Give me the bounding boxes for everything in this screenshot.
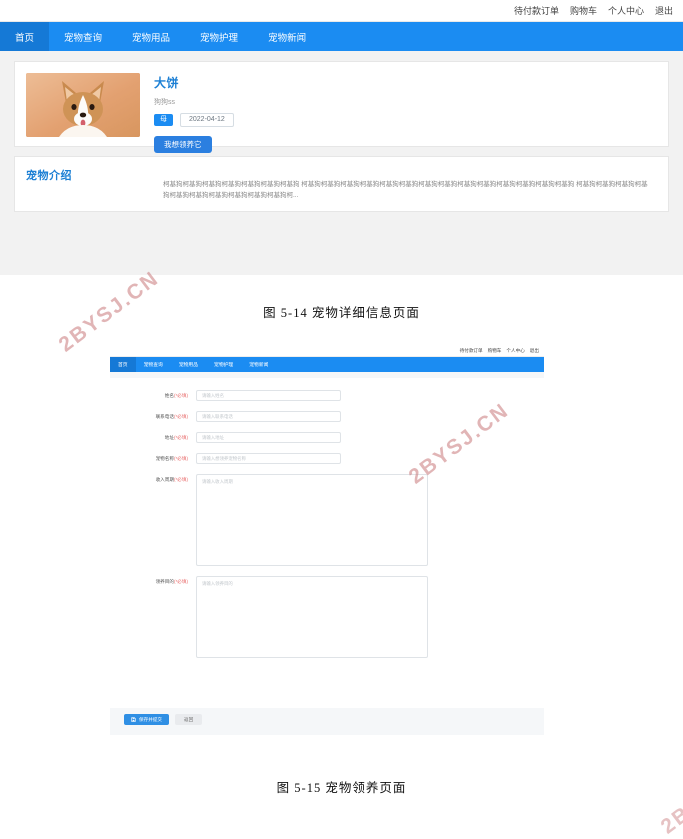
nav-item-home[interactable]: 首页 (0, 22, 50, 51)
label-purpose-required: (*必填) (173, 579, 188, 584)
nav-item-pet-search[interactable]: 宠物查询 (49, 22, 117, 51)
form-row-name: 姓名(*必填) 请输入姓名 (110, 390, 544, 401)
pet-photo (26, 73, 140, 137)
pet-sex-badge: 母 (154, 114, 173, 127)
form-row-address: 地址(*必填) 请输入地址 (110, 432, 544, 443)
label-phone: 联系电话(*必填) (110, 411, 196, 420)
label-income: 收入周期(*必填) (110, 474, 196, 483)
topbar-link-pending-orders[interactable]: 待付款订单 (514, 4, 559, 17)
textarea-purpose[interactable]: 请输入领养目的 (196, 576, 428, 658)
label-address-required: (*必填) (173, 435, 188, 440)
label-income-required: (*必填) (173, 477, 188, 482)
topbar2-link-user-center[interactable]: 个人中心 (506, 348, 524, 354)
label-address: 地址(*必填) (110, 432, 196, 441)
adopt-button[interactable]: 我想领养它 (154, 136, 212, 154)
label-phone-required: (*必填) (173, 414, 188, 419)
input-name[interactable]: 请输入姓名 (196, 390, 341, 401)
nav2-item-home[interactable]: 首页 (110, 357, 136, 372)
label-address-text: 地址 (164, 435, 174, 440)
topbar2-link-cart[interactable]: 购物车 (488, 348, 502, 354)
topbar-link-logout[interactable]: 退出 (655, 4, 673, 17)
save-and-submit-label: 保存并提交 (139, 716, 162, 722)
nav2-item-pet-news[interactable]: 宠物新闻 (241, 357, 276, 372)
save-icon (131, 717, 136, 722)
figure-pet-adoption-form-screenshot: 待付款订单 购物车 个人中心 退出 首页 宠物查询 宠物用品 宠物护理 宠物新闻… (110, 345, 544, 735)
adoption-form-panel: 姓名(*必填) 请输入姓名 联系电话(*必填) 请输入联系电话 地址(*必填) … (110, 378, 544, 708)
save-and-submit-button[interactable]: 保存并提交 (124, 713, 169, 725)
label-name-required: (*必填) (173, 393, 188, 398)
figure2-main-navigation: 首页 宠物查询 宠物用品 宠物护理 宠物新闻 (110, 357, 544, 372)
pet-birth-date: 2022-04-12 (180, 113, 234, 128)
label-pet-name-text: 宠物名称 (155, 456, 174, 461)
figure1-main-navigation: 首页 宠物查询 宠物用品 宠物护理 宠物新闻 (0, 22, 683, 51)
pet-name: 大饼 (154, 76, 180, 90)
label-purpose: 领养目的(*必填) (110, 576, 196, 585)
figure2-topbar: 待付款订单 购物车 个人中心 退出 (110, 345, 544, 357)
pet-breed: 狗狗ss (154, 99, 175, 106)
back-button[interactable]: 返回 (174, 713, 203, 725)
nav-item-pet-supplies[interactable]: 宠物用品 (117, 22, 185, 51)
figure1-content-area: 大饼 狗狗ss 母 2022-04-12 我想领养它 宠物介绍 柯基狗柯基狗柯基… (0, 51, 683, 275)
nav2-item-pet-search[interactable]: 宠物查询 (136, 357, 171, 372)
input-phone[interactable]: 请输入联系电话 (196, 411, 341, 422)
pet-info: 大饼 狗狗ss 母 2022-04-12 我想领养它 (140, 73, 657, 154)
nav-item-pet-care[interactable]: 宠物护理 (185, 22, 253, 51)
topbar-link-cart[interactable]: 购物车 (570, 4, 597, 17)
nav-item-pet-news[interactable]: 宠物新闻 (253, 22, 321, 51)
pet-meta: 母 2022-04-12 (154, 113, 657, 128)
adoption-form-fields: 姓名(*必填) 请输入姓名 联系电话(*必填) 请输入联系电话 地址(*必填) … (110, 378, 544, 658)
topbar2-link-pending-orders[interactable]: 待付款订单 (460, 348, 483, 354)
form-row-purpose: 领养目的(*必填) 请输入领养目的 (110, 576, 544, 658)
figure1-topbar: 待付款订单 购物车 个人中心 退出 (0, 0, 683, 22)
input-address[interactable]: 请输入地址 (196, 432, 341, 443)
figure-caption-5-14: 图 5-14 宠物详细信息页面 (263, 306, 420, 320)
nav2-item-pet-care[interactable]: 宠物护理 (206, 357, 241, 372)
label-name-text: 姓名 (164, 393, 174, 398)
pet-introduction-body: 柯基狗柯基狗柯基狗柯基狗柯基狗柯基狗柯基狗 柯基狗柯基狗柯基狗柯基狗柯基狗柯基狗… (163, 181, 648, 200)
form-row-pet-name: 宠物名称(*必填) 请输入想领养宠物名称 (110, 453, 544, 464)
topbar2-link-logout[interactable]: 退出 (530, 348, 539, 354)
pet-detail-card: 大饼 狗狗ss 母 2022-04-12 我想领养它 (14, 61, 669, 154)
label-income-text: 收入周期 (155, 477, 174, 482)
topbar-link-user-center[interactable]: 个人中心 (608, 4, 644, 17)
input-pet-name[interactable]: 请输入想领养宠物名称 (196, 453, 341, 464)
nav2-item-pet-supplies[interactable]: 宠物用品 (171, 357, 206, 372)
pet-introduction-card: 宠物介绍 柯基狗柯基狗柯基狗柯基狗柯基狗柯基狗柯基狗 柯基狗柯基狗柯基狗柯基狗柯… (14, 156, 669, 212)
textarea-income[interactable]: 请输入收入周期 (196, 474, 428, 566)
label-pet-name: 宠物名称(*必填) (110, 453, 196, 462)
figure-pet-detail-screenshot: 待付款订单 购物车 个人中心 退出 首页 宠物查询 宠物用品 宠物护理 宠物新闻 (0, 0, 683, 275)
label-pet-name-required: (*必填) (173, 456, 188, 461)
adoption-form-actions: 保存并提交 返回 (124, 713, 203, 725)
form-row-phone: 联系电话(*必填) 请输入联系电话 (110, 411, 544, 422)
figure-caption-5-15: 图 5-15 宠物领养页面 (276, 781, 407, 795)
form-row-income: 收入周期(*必填) 请输入收入周期 (110, 474, 544, 566)
figure2-content-area: 姓名(*必填) 请输入姓名 联系电话(*必填) 请输入联系电话 地址(*必填) … (110, 372, 544, 735)
label-phone-text: 联系电话 (155, 414, 174, 419)
label-name: 姓名(*必填) (110, 390, 196, 399)
label-purpose-text: 领养目的 (155, 579, 174, 584)
